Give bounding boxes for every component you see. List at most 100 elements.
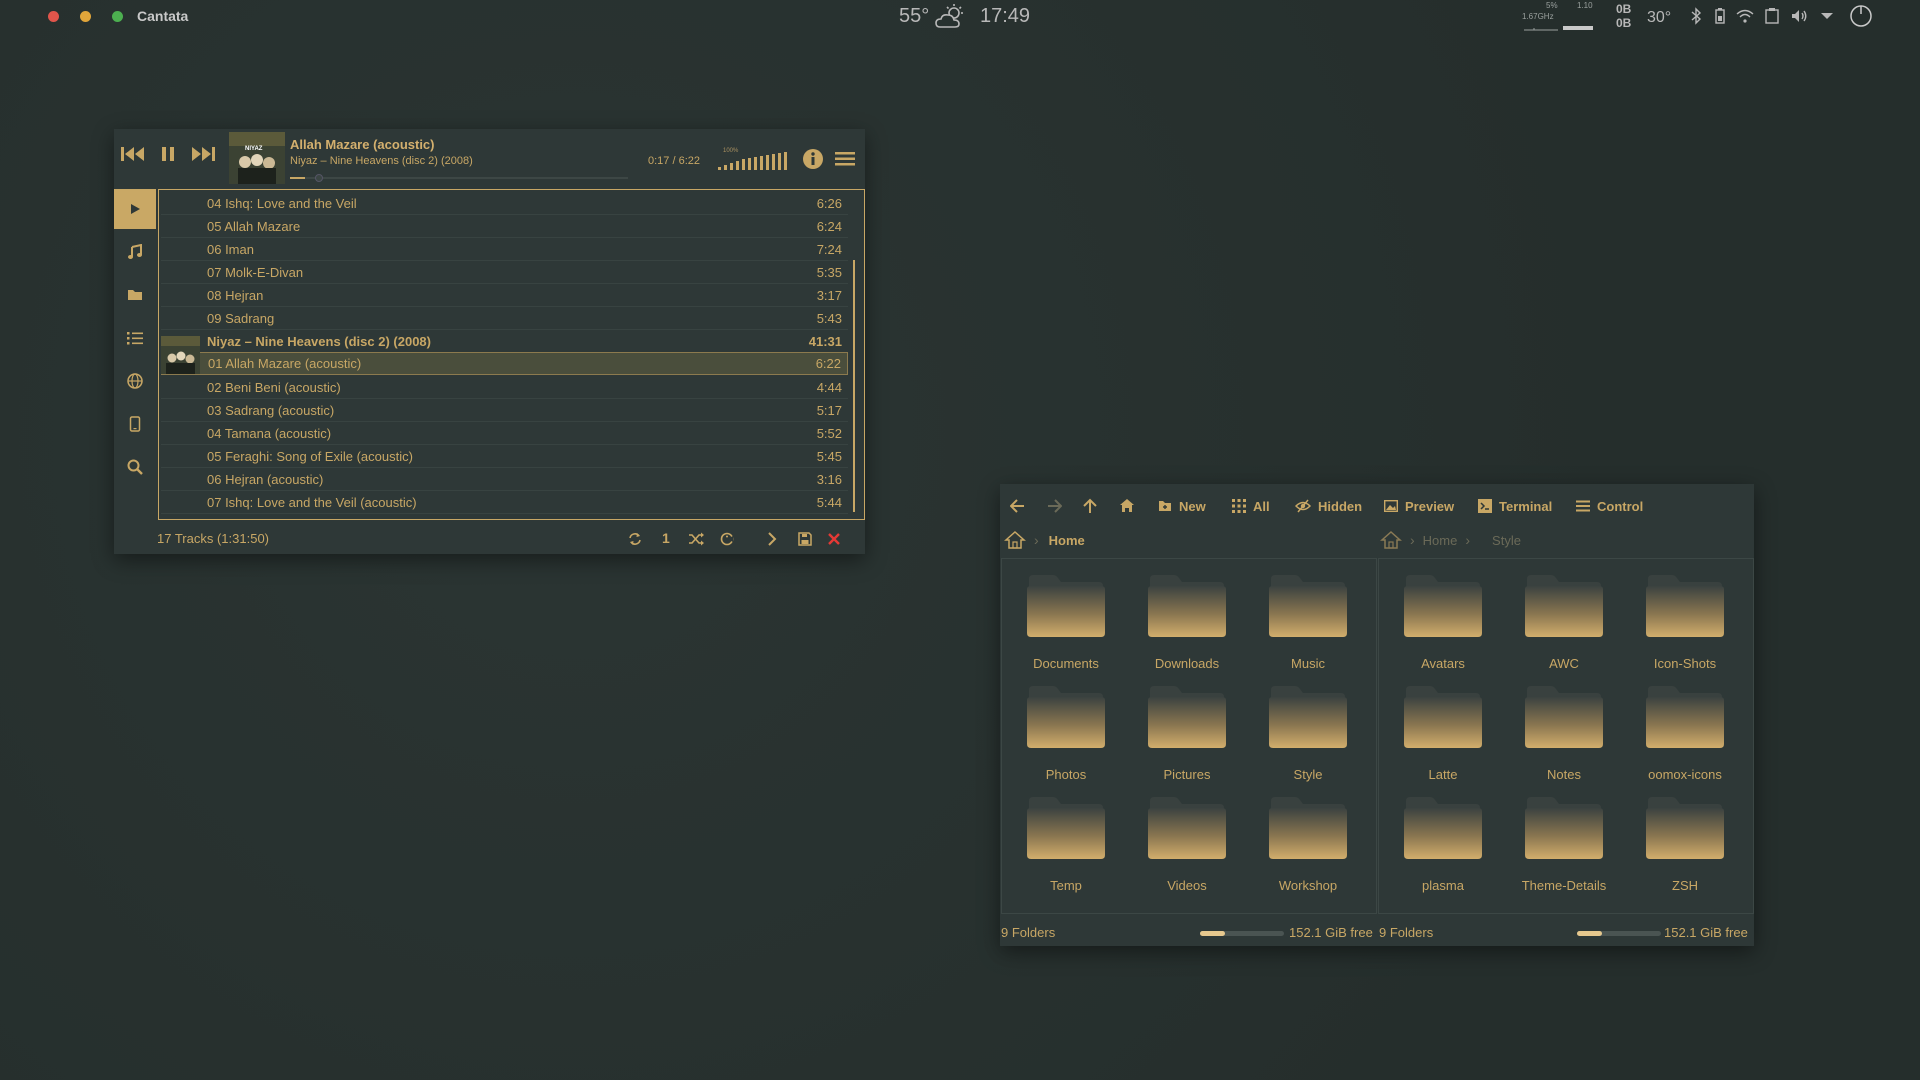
pause-icon[interactable] xyxy=(160,146,176,162)
home-icon[interactable] xyxy=(1380,530,1402,550)
track-progress-slider[interactable] xyxy=(290,174,628,182)
folder-item[interactable]: plasma xyxy=(1388,795,1498,895)
back-arrow-icon[interactable] xyxy=(1010,499,1026,513)
terminal-button[interactable]: Terminal xyxy=(1478,496,1552,516)
progress-handle[interactable] xyxy=(315,174,324,182)
breadcrumb-item-style[interactable]: Style xyxy=(1492,533,1521,548)
home-icon[interactable] xyxy=(1004,530,1026,550)
network-download: 0B xyxy=(1616,16,1632,30)
folder-item[interactable]: Documents xyxy=(1011,573,1121,673)
cpu-frequency: 1.67GHz xyxy=(1522,12,1554,21)
forward-arrow-icon[interactable] xyxy=(1046,499,1062,513)
up-arrow-icon[interactable] xyxy=(1083,498,1097,514)
left-pane-folder-grid[interactable]: Documents Downloads Music Photos Picture… xyxy=(1001,558,1377,914)
bluetooth-icon[interactable] xyxy=(1690,7,1702,25)
folder-item[interactable]: Style xyxy=(1253,684,1363,784)
sidebar-internet[interactable] xyxy=(114,361,156,401)
folder-item[interactable]: Pictures xyxy=(1132,684,1242,784)
list-item[interactable]: 08 Hejran 3:17 xyxy=(161,284,848,307)
show-hidden-button[interactable]: Hidden xyxy=(1295,496,1362,516)
folder-item[interactable]: Downloads xyxy=(1132,573,1242,673)
folder-item[interactable]: Avatars xyxy=(1388,573,1498,673)
folder-item[interactable]: Videos xyxy=(1132,795,1242,895)
folder-item[interactable]: ZSH xyxy=(1630,795,1740,895)
folder-icon xyxy=(1146,573,1228,639)
folder-item[interactable]: Temp xyxy=(1011,795,1121,895)
sidebar-folders[interactable] xyxy=(114,275,156,315)
tray-expand-chevron-down-icon[interactable] xyxy=(1820,11,1834,21)
home-icon[interactable] xyxy=(1119,498,1135,513)
window-maximize-button[interactable] xyxy=(112,11,123,22)
list-item[interactable]: 06 Iman 7:24 xyxy=(161,238,848,261)
sidebar-playlists[interactable] xyxy=(114,318,156,358)
breadcrumb-item-home[interactable]: Home xyxy=(1049,533,1085,548)
progress-fill xyxy=(290,177,306,179)
repeat-icon[interactable] xyxy=(628,532,642,546)
list-item[interactable]: 04 Ishq: Love and the Veil 6:26 xyxy=(161,192,848,215)
view-all-button[interactable]: All xyxy=(1232,496,1270,516)
consume-mode-icon[interactable] xyxy=(720,532,734,546)
list-item[interactable]: 07 Molk-E-Divan 5:35 xyxy=(161,261,848,284)
folder-item[interactable]: Music xyxy=(1253,573,1363,673)
folder-item[interactable]: Theme-Details xyxy=(1509,795,1619,895)
folder-icon xyxy=(1025,684,1107,750)
folder-item[interactable]: Workshop xyxy=(1253,795,1363,895)
sidebar-library[interactable] xyxy=(114,232,156,272)
list-item[interactable]: 06 Hejran (acoustic) 3:16 xyxy=(161,468,848,491)
preview-button[interactable]: Preview xyxy=(1384,496,1454,516)
folder-icon xyxy=(1523,795,1605,861)
playlist-scrollbar[interactable] xyxy=(853,260,855,512)
current-track-row[interactable]: 01 Allah Mazare (acoustic) 6:22 xyxy=(161,352,848,375)
shuffle-icon[interactable] xyxy=(688,532,704,546)
folder-item[interactable]: Latte xyxy=(1388,684,1498,784)
window-minimize-button[interactable] xyxy=(80,11,91,22)
hidden-eye-icon xyxy=(1295,499,1311,513)
list-item[interactable]: 02 Beni Beni (acoustic) 4:44 xyxy=(161,376,848,399)
folder-item[interactable]: Icon-Shots xyxy=(1630,573,1740,673)
album-header-row[interactable]: Niyaz – Nine Heavens (disc 2) (2008) 41:3… xyxy=(161,330,848,353)
folder-icon xyxy=(128,290,142,300)
new-button[interactable]: New xyxy=(1158,496,1206,516)
save-icon[interactable] xyxy=(798,532,812,546)
hamburger-menu-icon xyxy=(1576,500,1590,512)
list-item[interactable]: 04 Tamana (acoustic) 5:52 xyxy=(161,422,848,445)
play-queue-list[interactable]: 04 Ishq: Love and the Veil 6:26 05 Allah … xyxy=(158,189,865,520)
clear-playlist-close-icon[interactable] xyxy=(828,533,840,545)
cover-logo-text: NIYAZ xyxy=(245,146,263,152)
list-item[interactable]: 03 Sadrang (acoustic) 5:17 xyxy=(161,399,848,422)
folder-item[interactable]: Photos xyxy=(1011,684,1121,784)
window-close-button[interactable] xyxy=(48,11,59,22)
folder-icon xyxy=(1402,684,1484,750)
cantata-window: NIYAZ Allah Mazare (acoustic) Niyaz – Ni… xyxy=(114,129,865,554)
list-item[interactable]: 05 Allah Mazare 6:24 xyxy=(161,215,848,238)
breadcrumb-item-home[interactable]: Home xyxy=(1423,533,1458,548)
next-track-icon[interactable] xyxy=(190,146,216,162)
power-icon[interactable] xyxy=(1849,4,1873,28)
wifi-icon[interactable] xyxy=(1736,7,1754,25)
new-folder-icon xyxy=(1159,501,1171,511)
single-mode-button[interactable]: 1 xyxy=(662,530,670,546)
chevron-right-icon[interactable] xyxy=(767,532,777,546)
now-playing-album: Niyaz – Nine Heavens (disc 2) (2008) xyxy=(290,155,473,167)
battery-icon[interactable] xyxy=(1714,7,1726,25)
volume-slider[interactable] xyxy=(718,151,790,171)
previous-track-icon[interactable] xyxy=(120,146,146,162)
folder-item[interactable]: Notes xyxy=(1509,684,1619,784)
sidebar-search[interactable] xyxy=(114,447,156,487)
right-pane-folder-grid[interactable]: Avatars AWC Icon-Shots Latte Notes oomox… xyxy=(1378,558,1754,914)
folder-item[interactable]: AWC xyxy=(1509,573,1619,673)
list-item[interactable]: 09 Sadrang 5:43 xyxy=(161,307,848,330)
sidebar-play-queue[interactable] xyxy=(114,189,156,229)
clipboard-icon[interactable] xyxy=(1764,7,1780,25)
info-icon[interactable] xyxy=(802,148,824,170)
cpu-percent: 5% xyxy=(1546,1,1558,10)
list-item[interactable]: 07 Ishq: Love and the Veil (acoustic) 5:4… xyxy=(161,491,848,514)
sidebar-devices[interactable] xyxy=(114,404,156,444)
system-load: 1.10 xyxy=(1577,1,1593,10)
main-menu-icon[interactable] xyxy=(835,151,855,167)
folder-item[interactable]: oomox-icons xyxy=(1630,684,1740,784)
play-icon xyxy=(131,204,140,214)
volume-icon[interactable] xyxy=(1790,7,1808,25)
control-menu-button[interactable]: Control xyxy=(1576,496,1643,516)
list-item[interactable]: 05 Feraghi: Song of Exile (acoustic) 5:45 xyxy=(161,445,848,468)
